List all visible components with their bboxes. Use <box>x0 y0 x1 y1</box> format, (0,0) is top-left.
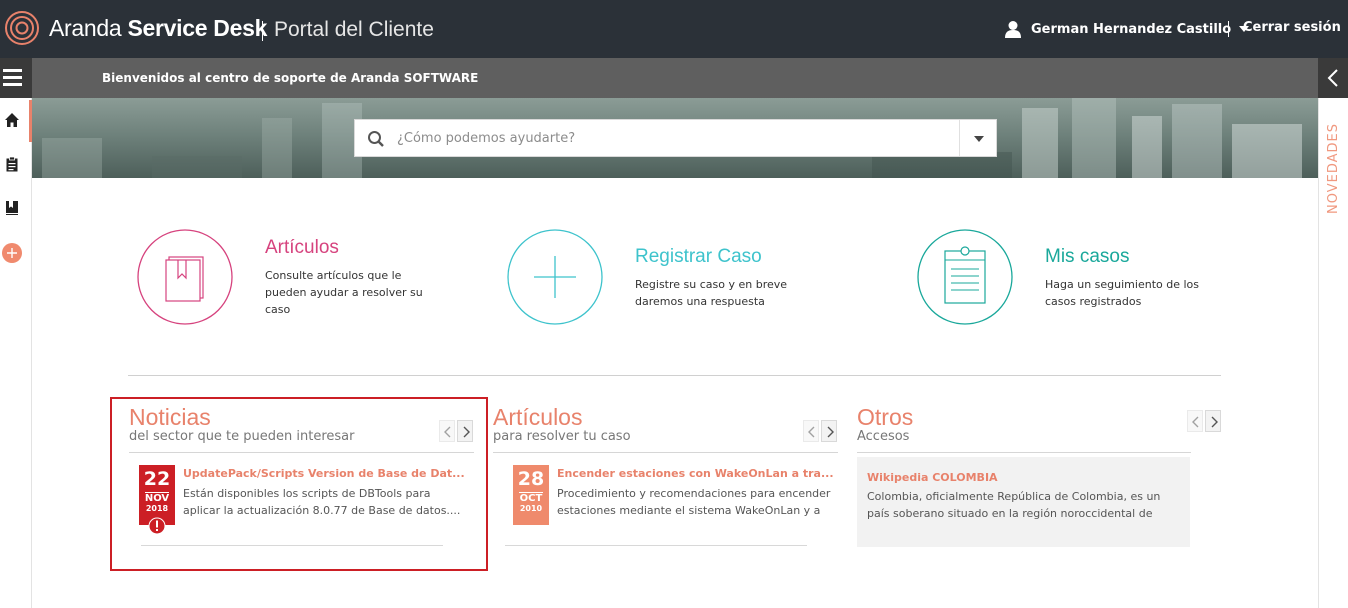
access-card[interactable]: Wikipedia COLOMBIA Colombia, oficialment… <box>857 457 1190 547</box>
access-item-title[interactable]: Wikipedia COLOMBIA <box>867 471 998 484</box>
clipboard-icon[interactable] <box>916 228 1014 326</box>
chevron-left-icon <box>808 426 815 438</box>
article-date-badge: 28 OCT 2010 <box>513 465 549 525</box>
user-icon <box>1005 21 1021 38</box>
hamburger-icon <box>3 83 22 86</box>
search-input[interactable] <box>397 120 957 156</box>
feature-title[interactable]: Artículos <box>265 237 339 259</box>
panel-title: Artículos <box>493 404 583 430</box>
banner-city-image <box>1072 98 1116 178</box>
panel-rule <box>493 452 838 453</box>
article-item-title[interactable]: Encender estaciones con WakeOnLan a tra.… <box>557 467 834 480</box>
chevron-left-icon <box>1192 416 1199 428</box>
feature-description: Registre su caso y en breve daremos una … <box>635 278 788 308</box>
add-circle-icon[interactable] <box>1 242 23 264</box>
access-item-summary: Colombia, oficialmente República de Colo… <box>867 490 1161 520</box>
date-year: 2010 <box>519 504 543 513</box>
hamburger-menu-button[interactable] <box>0 58 32 98</box>
section-divider <box>128 375 1221 376</box>
search-icon <box>368 131 384 147</box>
clipboard-icon[interactable] <box>4 156 20 172</box>
user-name: German Hernandez Castillo <box>1031 21 1232 37</box>
chevron-left-icon <box>1327 69 1338 87</box>
panel-subtitle: Accesos <box>857 429 910 444</box>
feature-title[interactable]: Registrar Caso <box>635 246 762 268</box>
banner-city-image <box>262 118 292 178</box>
panel-rule <box>857 452 1191 453</box>
logout-link[interactable]: Cerrar sesión <box>1243 20 1341 35</box>
panel-subtitle: para resolver tu caso <box>493 429 631 444</box>
brand-name: Aranda Service Desk <box>49 15 267 42</box>
banner-city-image <box>42 138 102 178</box>
portal-title: Portal del Cliente <box>274 18 434 41</box>
highlight-frame <box>110 397 488 571</box>
banner-city-image <box>1232 124 1302 178</box>
banner-city-image <box>1172 104 1222 178</box>
plus-icon[interactable] <box>506 228 604 326</box>
search-dropdown-button[interactable] <box>959 120 996 156</box>
item-divider <box>505 545 807 546</box>
next-button[interactable] <box>821 420 837 442</box>
panel-title: Otros <box>857 404 914 430</box>
welcome-bar: Bienvenidos al centro de soporte de Aran… <box>0 58 1348 98</box>
chevron-right-icon <box>827 426 834 438</box>
left-sidebar <box>0 98 32 608</box>
banner-city-image <box>1132 116 1162 178</box>
top-navigation-bar: Aranda Service Desk Portal del Cliente G… <box>0 0 1348 58</box>
feature-description: Consulte artículos que le pueden ayudar … <box>265 269 423 316</box>
search-box <box>354 119 997 157</box>
chevron-right-icon <box>1211 416 1218 428</box>
banner-city-image <box>1022 108 1058 178</box>
brand-name-bold: Service Desk <box>127 15 268 41</box>
prev-button[interactable] <box>1187 410 1203 432</box>
prev-button[interactable] <box>803 420 819 442</box>
book-icon[interactable] <box>136 228 234 326</box>
news-sidebar-label[interactable]: NOVEDADES <box>1326 123 1341 214</box>
date-day: 28 <box>517 468 545 490</box>
user-menu[interactable]: German Hernandez Castillo <box>1004 18 1250 40</box>
news-sidebar[interactable]: NOVEDADES <box>1318 98 1348 608</box>
hamburger-icon <box>3 69 22 72</box>
date-month: OCT <box>519 493 543 504</box>
hamburger-icon <box>3 76 22 79</box>
header-separator <box>1228 21 1229 37</box>
welcome-message: Bienvenidos al centro de soporte de Aran… <box>102 71 479 85</box>
book-icon[interactable] <box>4 200 20 216</box>
next-button[interactable] <box>1205 410 1221 432</box>
feature-title[interactable]: Mis casos <box>1045 246 1129 268</box>
feature-description: Haga un seguimiento de los casos registr… <box>1045 278 1199 308</box>
banner-city-image <box>152 156 242 178</box>
header-separator <box>262 21 263 41</box>
collapse-panel-button[interactable] <box>1318 58 1348 98</box>
brand-name-light: Aranda <box>49 15 128 41</box>
home-icon[interactable] <box>4 112 20 128</box>
article-item-summary: Procedimiento y recomendaciones para enc… <box>557 487 831 517</box>
aranda-logo-icon[interactable] <box>4 10 40 46</box>
